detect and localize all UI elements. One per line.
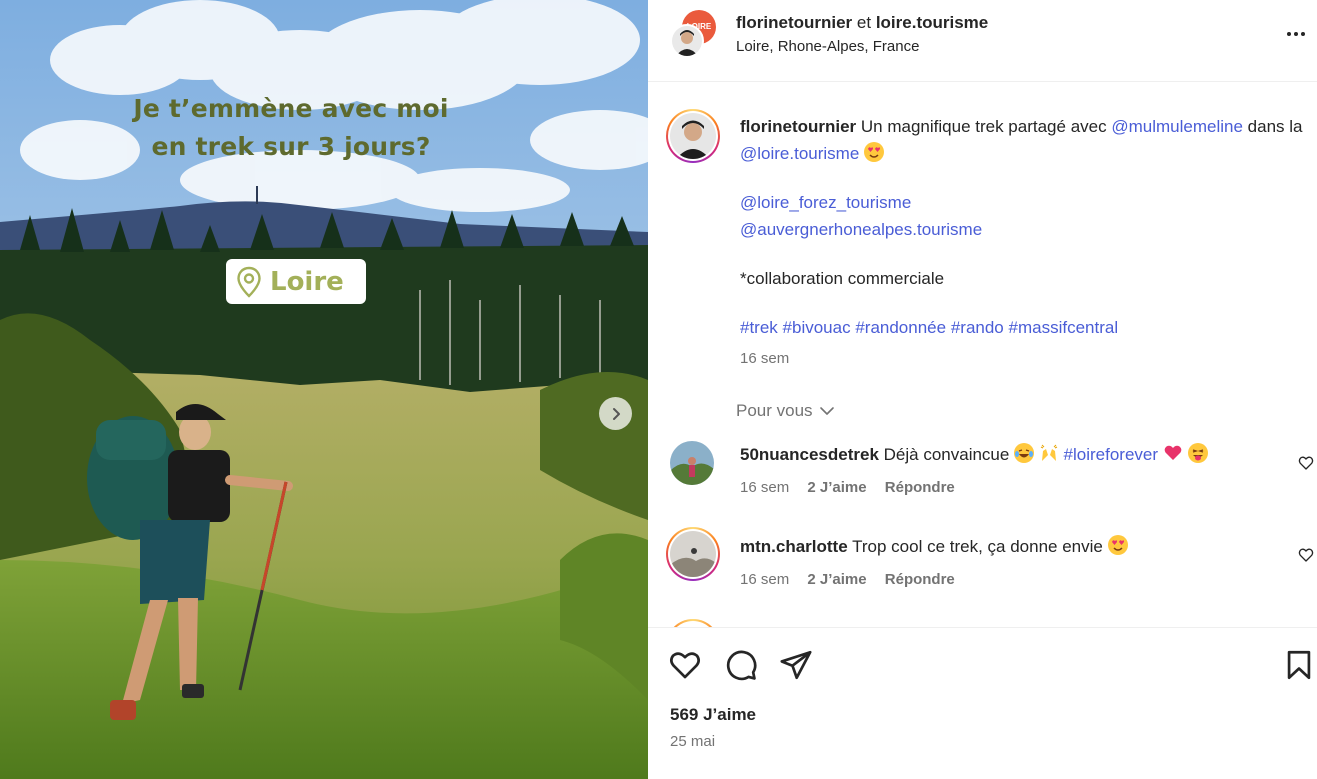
commenter-photo	[670, 441, 714, 485]
comment-text: 50nuancesdetrek Déjà convaincue #loirefo…	[740, 443, 1208, 467]
more-icon[interactable]	[1284, 22, 1308, 46]
post-authors: florinetournier et loire.tourisme	[736, 12, 988, 34]
location-badge-label: Loire	[270, 266, 344, 297]
hashtag-link[interactable]: #loireforever	[1064, 445, 1159, 464]
comment-like-heart-icon[interactable]	[1298, 547, 1314, 563]
comment-body: Trop cool ce trek, ça donne envie	[852, 537, 1103, 556]
post-actions: 569 J’aime 25 mai	[648, 627, 1317, 779]
post-details-panel: LOIRE florinetournier et loire.tourisme …	[648, 0, 1317, 779]
laughing-emoji	[1014, 443, 1035, 463]
post-location[interactable]: Loire, Rhone-Alpes, France	[736, 38, 919, 55]
collaborator-username[interactable]: loire.tourisme	[876, 13, 988, 32]
commenter-avatar[interactable]	[666, 527, 720, 581]
hashtag-link[interactable]: #trek	[740, 318, 778, 337]
author-username[interactable]: florinetournier	[736, 13, 852, 32]
comment-age[interactable]: 16 sem	[740, 571, 789, 588]
mention-link[interactable]: @loire_forez_tourisme	[740, 193, 911, 212]
for-you-filter[interactable]: Pour vous	[736, 401, 835, 421]
authors-joiner: et	[856, 13, 872, 32]
commenter-avatar[interactable]	[670, 441, 714, 485]
post-date[interactable]: 25 mai	[670, 733, 715, 750]
image-overlay-title: Je t’emmène avec moi en trek sur 3 jours…	[0, 90, 582, 166]
comment-body: Déjà convaincue	[883, 445, 1010, 464]
like-count[interactable]: 569 J’aime	[670, 705, 756, 725]
post-caption: florinetournier Un magnifique trek parta…	[740, 113, 1312, 372]
heart-eyes-emoji	[864, 142, 885, 162]
reply-button[interactable]: Répondre	[885, 571, 955, 588]
commenter-photo	[670, 531, 716, 577]
winking-tongue-emoji	[1187, 443, 1208, 463]
mention-link[interactable]: @loire.tourisme	[740, 144, 859, 163]
comment-meta: 16 sem 2 J’aime Répondre	[740, 571, 969, 588]
image-title-line-1: Je t’emmène avec moi	[133, 94, 449, 123]
comments-scroll-area[interactable]: florinetournier Un magnifique trek parta…	[648, 83, 1317, 627]
author-avatars[interactable]: LOIRE	[670, 10, 720, 60]
caption-disclaimer: *collaboration commerciale	[740, 269, 945, 288]
heart-eyes-emoji	[1107, 535, 1128, 555]
post-image[interactable]: Je t’emmène avec moi en trek sur 3 jours…	[0, 0, 648, 779]
raised-hands-emoji	[1039, 443, 1059, 463]
map-pin-icon	[237, 266, 261, 298]
caption-age[interactable]: 16 sem	[740, 345, 1312, 372]
reply-button[interactable]: Répondre	[885, 479, 955, 496]
commenter-username[interactable]: 50nuancesdetrek	[740, 445, 879, 464]
post-header: LOIRE florinetournier et loire.tourisme …	[648, 0, 1317, 82]
commenter-avatar[interactable]	[666, 619, 720, 627]
chevron-right-icon	[612, 407, 620, 420]
hashtag-link[interactable]: #rando	[951, 318, 1004, 337]
comment-icon[interactable]	[724, 648, 758, 682]
comment-meta: 16 sem 2 J’aime Répondre	[740, 479, 969, 496]
hashtag-link[interactable]: #bivouac	[783, 318, 851, 337]
for-you-label: Pour vous	[736, 401, 813, 420]
author-photo	[672, 26, 702, 56]
image-title-line-2: en trek sur 3 jours?	[151, 132, 431, 161]
comment-like-heart-icon[interactable]	[1298, 455, 1314, 471]
next-image-button[interactable]	[599, 397, 632, 430]
caption-text-2: dans la	[1247, 117, 1303, 136]
caption-text-1: Un magnifique trek partagé avec	[860, 117, 1107, 136]
comment-likes[interactable]: 2 J’aime	[807, 479, 866, 496]
caption-author-avatar[interactable]	[666, 109, 720, 163]
hashtag-link[interactable]: #massifcentral	[1009, 318, 1119, 337]
mention-link[interactable]: @auvergnerhonealpes.tourisme	[740, 220, 982, 239]
comment-likes[interactable]: 2 J’aime	[807, 571, 866, 588]
bookmark-icon[interactable]	[1282, 648, 1316, 682]
heart-icon[interactable]	[668, 648, 702, 682]
location-badge: Loire	[226, 259, 366, 304]
chevron-down-icon	[819, 407, 834, 415]
red-heart-emoji	[1163, 443, 1183, 463]
mention-link[interactable]: @mulmulemeline	[1111, 117, 1243, 136]
caption-hashtags: #trek #bivouac #randonnée #rando #massif…	[740, 314, 1312, 341]
share-icon[interactable]	[779, 648, 813, 682]
comment-text: mtn.charlotte Trop cool ce trek, ça donn…	[740, 535, 1128, 559]
comment-age[interactable]: 16 sem	[740, 479, 789, 496]
caption-author-photo	[670, 113, 716, 159]
author-avatar[interactable]	[670, 24, 704, 58]
commenter-username[interactable]: mtn.charlotte	[740, 537, 848, 556]
caption-author-username[interactable]: florinetournier	[740, 117, 856, 136]
hashtag-link[interactable]: #randonnée	[855, 318, 946, 337]
